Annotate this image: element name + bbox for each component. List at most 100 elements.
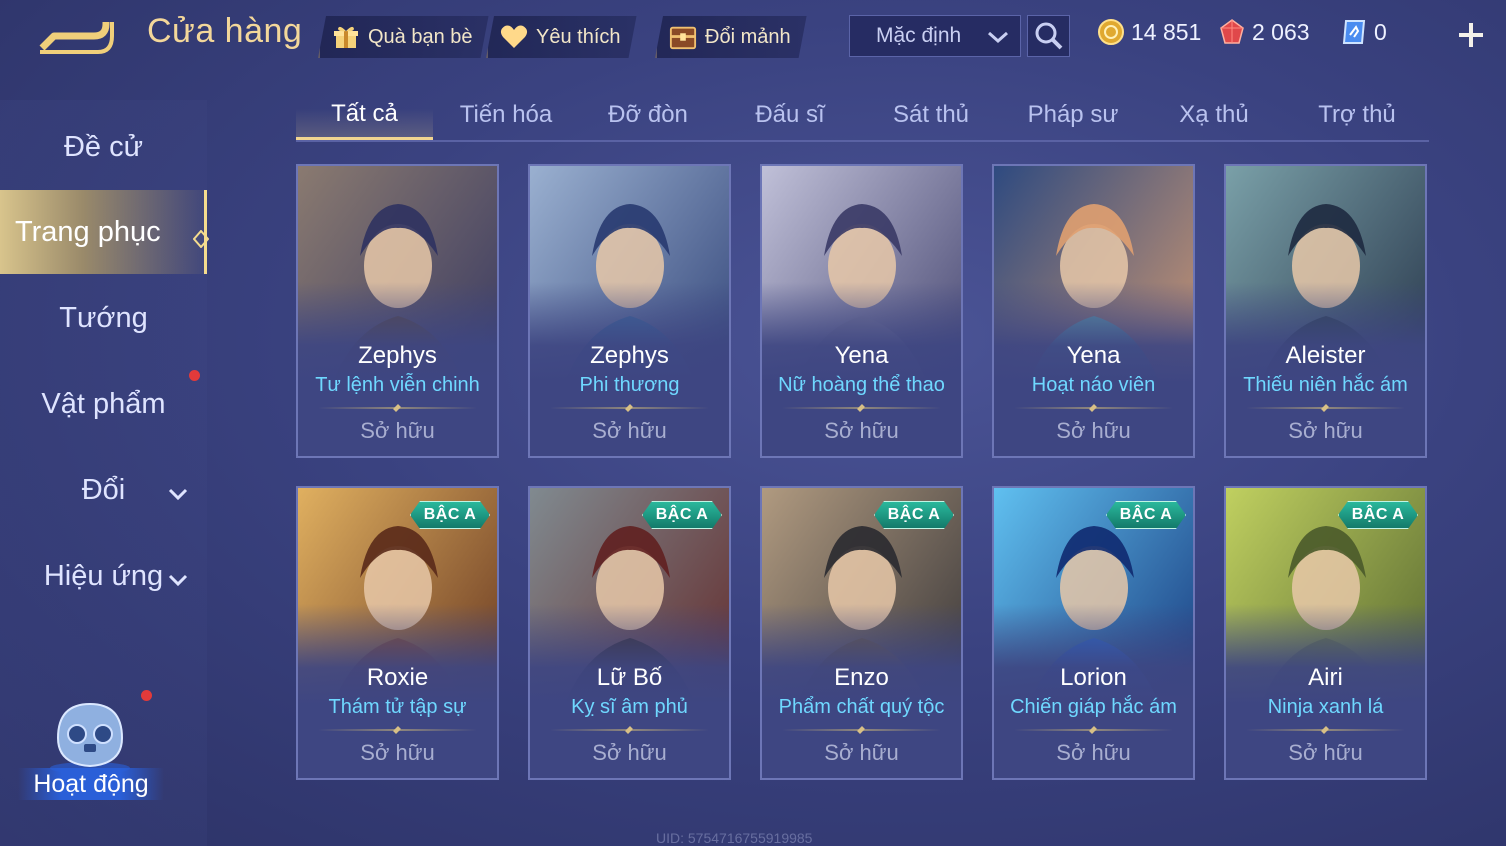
tab-mage[interactable]: Pháp sư [1012, 90, 1134, 140]
skin-name: Phẩm chất quý tộc [778, 696, 945, 718]
tab-all[interactable]: Tất cả [296, 90, 433, 140]
skin-name: Ninja xanh lá [1267, 696, 1384, 718]
ruby-balance: 2 063 [1218, 18, 1310, 46]
ownership-status: Sở hữu [1288, 418, 1363, 443]
skin-card[interactable]: BẬC A Roxie Thám tử tập sự Sở hữu [296, 486, 499, 780]
skin-card[interactable]: BẬC A Lorion Chiến giáp hắc ám Sở hữu [992, 486, 1195, 780]
favorites-label: Yêu thích [536, 25, 621, 48]
heart-icon [500, 23, 528, 51]
add-currency-button[interactable] [1452, 16, 1490, 54]
tab-marksman[interactable]: Xạ thủ [1156, 90, 1272, 140]
skin-card[interactable]: Yena Nữ hoàng thể thao Sở hữu [760, 164, 963, 458]
skin-name: Thám tử tập sự [328, 696, 467, 718]
hero-name: Enzo [834, 664, 889, 691]
card-shade [1226, 488, 1425, 778]
chevron-down-icon [167, 478, 189, 511]
sidebar-item-items[interactable]: Vật phẩm [0, 362, 207, 446]
back-arrow-icon [39, 20, 114, 54]
ownership-status: Sở hữu [592, 740, 667, 765]
tab-fighter[interactable]: Đấu sĩ [732, 90, 848, 140]
voucher-balance: 0 [1340, 18, 1387, 46]
card-shade [530, 488, 729, 778]
sidebar-item-heroes[interactable]: Tướng [0, 276, 207, 360]
favorites-button[interactable]: Yêu thích [486, 16, 637, 58]
hero-name: Lữ Bố [596, 664, 663, 691]
gold-coin-icon [1098, 19, 1124, 45]
ownership-status: Sở hữu [1056, 740, 1131, 765]
voucher-amount: 0 [1374, 18, 1387, 45]
card-divider [550, 407, 709, 409]
card-shade [298, 488, 497, 778]
sidebar-item-label: Tướng [59, 301, 148, 334]
hero-name: Yena [834, 342, 889, 369]
plus-icon [1459, 23, 1483, 47]
voucher-icon [1342, 20, 1366, 44]
sidebar-item-label: Trang phục [15, 215, 161, 248]
skin-card[interactable]: Aleister Thiếu niên hắc ám Sở hữu [1224, 164, 1427, 458]
skin-name: Tư lệnh viễn chinh [315, 374, 480, 396]
sidebar-item-recommended[interactable]: Đề cử [0, 105, 207, 189]
card-divider [1014, 407, 1173, 409]
skin-name: Hoạt náo viên [1031, 374, 1156, 396]
sidebar-item-effects[interactable]: Hiệu ứng [0, 534, 207, 618]
tier-badge: BẬC A [642, 501, 722, 529]
card-divider [318, 407, 477, 409]
card-shade [994, 166, 1193, 456]
activity-robot-icon [50, 702, 130, 774]
user-id: UID: 5754716755919985 [656, 830, 813, 846]
tab-support[interactable]: Trợ thủ [1296, 90, 1418, 140]
sidebar-item-label: Đề cử [63, 130, 144, 163]
card-shade [762, 488, 961, 778]
card-shade [762, 166, 961, 456]
search-button[interactable] [1027, 15, 1070, 57]
card-shade [994, 488, 1193, 778]
gift-icon [332, 23, 360, 51]
ownership-status: Sở hữu [1288, 740, 1363, 765]
shard-exchange-button[interactable]: Đổi mảnh [655, 16, 807, 58]
sort-dropdown[interactable]: Mặc định [849, 15, 1021, 57]
chest-icon [669, 23, 697, 51]
skin-card[interactable]: BẬC A Enzo Phẩm chất quý tộc Sở hữu [760, 486, 963, 780]
tab-tank[interactable]: Đỡ đòn [587, 90, 709, 140]
skin-name: Nữ hoàng thể thao [778, 374, 945, 396]
sidebar-item-label: Đổi [81, 473, 126, 506]
card-divider [1014, 729, 1173, 731]
skin-card[interactable]: Zephys Phi thương Sở hữu [528, 164, 731, 458]
skin-card[interactable]: BẬC A Lữ Bố Kỵ sĩ âm phủ Sở hữu [528, 486, 731, 780]
card-divider [1246, 407, 1405, 409]
page-title: Cửa hàng [147, 12, 303, 50]
skin-card[interactable]: Zephys Tư lệnh viễn chinh Sở hữu [296, 164, 499, 458]
hero-name: Yena [1066, 342, 1121, 369]
skin-card[interactable]: Yena Hoạt náo viên Sở hữu [992, 164, 1195, 458]
tab-evolution[interactable]: Tiến hóa [444, 90, 568, 140]
friend-gift-button[interactable]: Quà bạn bè [318, 16, 489, 58]
ownership-status: Sở hữu [592, 418, 667, 443]
sidebar-item-label: Hiệu ứng [43, 559, 164, 592]
card-divider [318, 729, 477, 731]
skin-name: Phi thương [579, 374, 680, 396]
sidebar-item-exchange[interactable]: Đổi [0, 448, 207, 532]
sidebar-item-skins[interactable]: Trang phục [0, 190, 210, 274]
back-button[interactable] [36, 14, 116, 56]
sort-selected-value: Mặc định [876, 24, 962, 47]
chevron-down-icon [986, 26, 1010, 54]
card-shade [1226, 166, 1425, 456]
category-tabs: Tất cả Tiến hóa Đỡ đòn Đấu sĩ Sát thủ Ph… [296, 90, 1429, 142]
ownership-status: Sở hữu [360, 740, 435, 765]
hero-name: Zephys [590, 342, 669, 369]
ownership-status: Sở hữu [1056, 418, 1131, 443]
sidebar-item-label: Vật phẩm [41, 387, 166, 420]
notification-dot [141, 690, 152, 701]
shard-exchange-label: Đổi mảnh [705, 25, 791, 48]
hero-name: Aleister [1285, 342, 1366, 369]
notification-dot [189, 370, 200, 381]
card-shade [530, 166, 729, 456]
tier-badge: BẬC A [874, 501, 954, 529]
card-shade [298, 166, 497, 456]
tab-assassin[interactable]: Sát thủ [872, 90, 990, 140]
skin-name: Chiến giáp hắc ám [1010, 696, 1177, 718]
card-divider [550, 729, 709, 731]
skin-card[interactable]: BẬC A Airi Ninja xanh lá Sở hữu [1224, 486, 1427, 780]
card-divider [1246, 729, 1405, 731]
activity-button[interactable]: Hoạt động [14, 690, 166, 820]
